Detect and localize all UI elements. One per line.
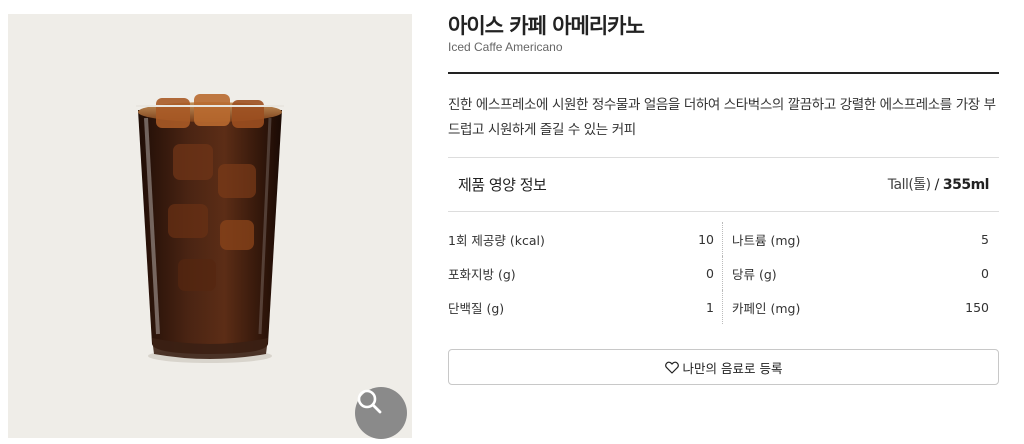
add-favorite-label: 나만의 음료로 등록	[682, 360, 783, 376]
nutrition-cell: 당류 (g) 0	[723, 256, 999, 290]
nutrition-cell: 카페인 (mg) 150	[723, 290, 999, 324]
nutrition-label: 포화지방 (g)	[448, 266, 516, 282]
nutrition-label: 당류 (g)	[732, 266, 777, 282]
nutrition-row: 포화지방 (g) 0 당류 (g) 0	[448, 256, 999, 290]
product-image	[8, 14, 412, 439]
nutrition-header: 제품 영양 정보 Tall(톨)/355ml	[448, 158, 999, 210]
nutrition-label: 단백질 (g)	[448, 300, 505, 316]
nutrition-value: 10	[698, 231, 714, 247]
nutrition-value: 0	[981, 265, 989, 281]
nutrition-title: 제품 영양 정보	[458, 175, 547, 194]
nutrition-value: 5	[981, 231, 989, 247]
nutrition-value: 1	[706, 299, 714, 315]
nutrition-cell: 1회 제공량 (kcal) 10	[448, 222, 723, 256]
add-favorite-button[interactable]: 나만의 음료로 등록	[448, 349, 999, 385]
product-description: 진한 에스프레소에 시원한 정수물과 얼음을 더하여 스타벅스의 깔끔하고 강렬…	[448, 97, 996, 138]
nutrition-table: 1회 제공량 (kcal) 10 나트륨 (mg) 5 포화지방 (g) 0 당…	[448, 222, 999, 324]
nutrition-row: 1회 제공량 (kcal) 10 나트륨 (mg) 5	[448, 222, 999, 256]
size-label: Tall(톨)	[887, 177, 931, 193]
nutrition-value: 150	[965, 299, 989, 315]
nutrition-row: 단백질 (g) 1 카페인 (mg) 150	[448, 290, 999, 324]
size-volume: 355ml	[942, 177, 990, 193]
size-separator: /	[934, 177, 940, 193]
nutrition-label: 카페인 (mg)	[732, 300, 801, 316]
nutrition-size: Tall(톨)/355ml	[888, 174, 999, 194]
nutrition-cell: 포화지방 (g) 0	[448, 256, 723, 290]
zoom-button[interactable]	[355, 387, 407, 439]
heart-outline-icon	[664, 361, 679, 374]
nutrition-label: 1회 제공량 (kcal)	[448, 232, 545, 248]
product-subtitle: Iced Caffe Americano	[448, 40, 563, 54]
nutrition-cell: 단백질 (g) 1	[448, 290, 723, 324]
magnifier-icon	[357, 389, 382, 414]
nutrition-divider-bottom	[448, 211, 999, 212]
nutrition-label: 나트륨 (mg)	[732, 232, 801, 248]
iced-coffee-glass-image	[136, 94, 284, 363]
nutrition-value: 0	[706, 265, 714, 281]
title-divider	[448, 72, 999, 74]
nutrition-cell: 나트륨 (mg) 5	[723, 222, 999, 256]
product-title: 아이스 카페 아메리카노	[448, 14, 645, 38]
